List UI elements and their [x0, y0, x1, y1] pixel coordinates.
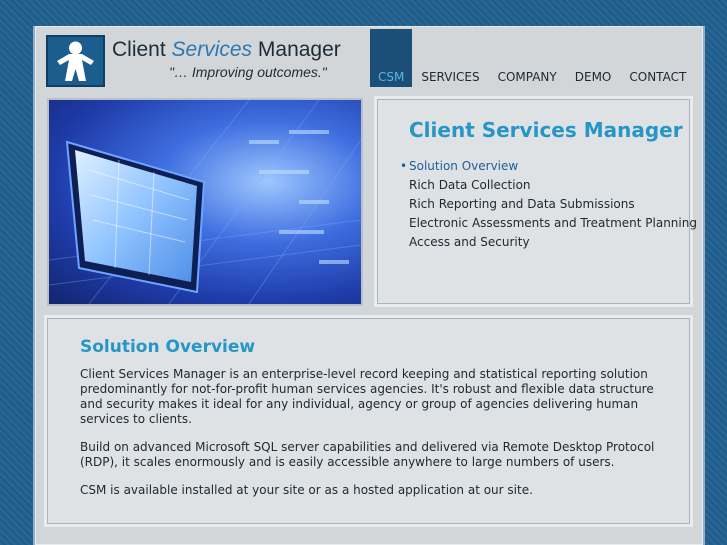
sidebar-item-rich-reporting[interactable]: Rich Reporting and Data Submissions	[400, 197, 697, 216]
logo-name-part1: Client	[112, 38, 172, 61]
hero-monitor-image	[47, 98, 363, 306]
content-title: Solution Overview	[80, 337, 256, 357]
sidebar-item-rich-data-collection[interactable]: Rich Data Collection	[400, 178, 697, 197]
tagline: "… Improving outcomes."	[169, 64, 327, 80]
logo-icon[interactable]	[46, 35, 105, 87]
nav-item-demo[interactable]: DEMO	[566, 29, 621, 87]
content-paragraph-2: Build on advanced Microsoft SQL server c…	[80, 440, 655, 469]
content-paragraph-1: Client Services Manager is an enterprise…	[80, 367, 654, 426]
content-body: Client Services Manager is an enterprise…	[80, 367, 665, 511]
content-paragraph-3: CSM is available installed at your site …	[80, 483, 533, 497]
logo-wordmark[interactable]: Client Services Manager	[112, 38, 341, 62]
nav-item-company[interactable]: COMPANY	[489, 29, 566, 87]
page-frame: Client Services Manager "… Improving out…	[33, 26, 705, 545]
header: Client Services Manager "… Improving out…	[35, 26, 703, 90]
logo-name-part3: Manager	[252, 38, 341, 61]
content-panel: Solution Overview Client Services Manage…	[47, 318, 690, 524]
sidebar-item-electronic-assessments[interactable]: Electronic Assessments and Treatment Pla…	[400, 216, 697, 235]
sidebar-item-access-security[interactable]: Access and Security	[400, 235, 697, 254]
main-nav: CSM SERVICES COMPANY DEMO CONTACT	[370, 29, 695, 87]
csm-sidebar-panel: Client Services Manager Solution Overvie…	[377, 99, 697, 304]
sidebar-title: Client Services Manager	[409, 118, 683, 142]
nav-item-contact[interactable]: CONTACT	[620, 29, 695, 87]
sidebar-menu: Solution Overview Rich Data Collection R…	[400, 159, 697, 254]
nav-item-csm[interactable]: CSM	[370, 29, 413, 87]
nav-item-services[interactable]: SERVICES	[412, 29, 488, 87]
sidebar-item-solution-overview[interactable]: Solution Overview	[400, 159, 697, 178]
logo-name-part2: Services	[171, 38, 253, 61]
